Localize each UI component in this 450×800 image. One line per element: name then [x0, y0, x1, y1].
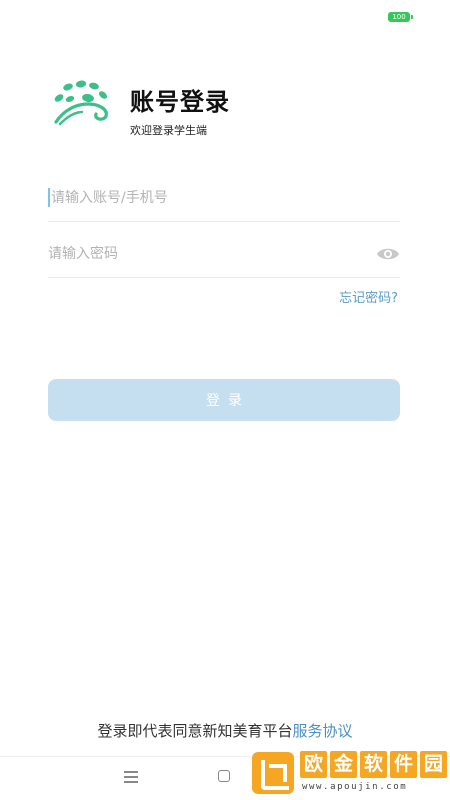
watermark-char: 金 — [330, 751, 357, 778]
watermark-logo-icon — [252, 752, 294, 794]
home-square-icon[interactable] — [218, 770, 230, 782]
password-input[interactable] — [48, 232, 358, 276]
page-subtitle: 欢迎登录学生端 — [130, 124, 207, 137]
watermark-char: 园 — [420, 751, 447, 778]
account-field[interactable] — [48, 176, 400, 222]
page-title: 账号登录 — [130, 88, 230, 116]
menu-icon[interactable] — [124, 771, 138, 783]
status-bar: 100 — [0, 0, 450, 34]
account-input[interactable] — [48, 176, 400, 220]
login-button[interactable]: 登录 — [48, 379, 400, 421]
battery-icon: 100 — [388, 12, 413, 22]
watermark-char: 欧 — [300, 751, 327, 778]
agreement-prefix: 登录即代表同意新知美育平台 — [97, 722, 293, 740]
watermark-char: 件 — [390, 751, 417, 778]
watermark-url: www.apoujin.com — [302, 782, 408, 792]
forgot-password-link[interactable]: 忘记密码? — [339, 287, 398, 306]
service-agreement-link[interactable]: 服务协议 — [293, 722, 353, 740]
agreement-text: 登录即代表同意新知美育平台服务协议 — [0, 720, 450, 741]
app-logo-icon — [54, 80, 108, 126]
watermark: 欧 金 软 件 园 www.apoujin.com — [250, 748, 450, 800]
watermark-char: 软 — [360, 751, 387, 778]
watermark-title: 欧 金 软 件 园 — [300, 751, 447, 778]
eye-icon[interactable] — [376, 246, 400, 262]
password-field[interactable] — [48, 232, 400, 278]
